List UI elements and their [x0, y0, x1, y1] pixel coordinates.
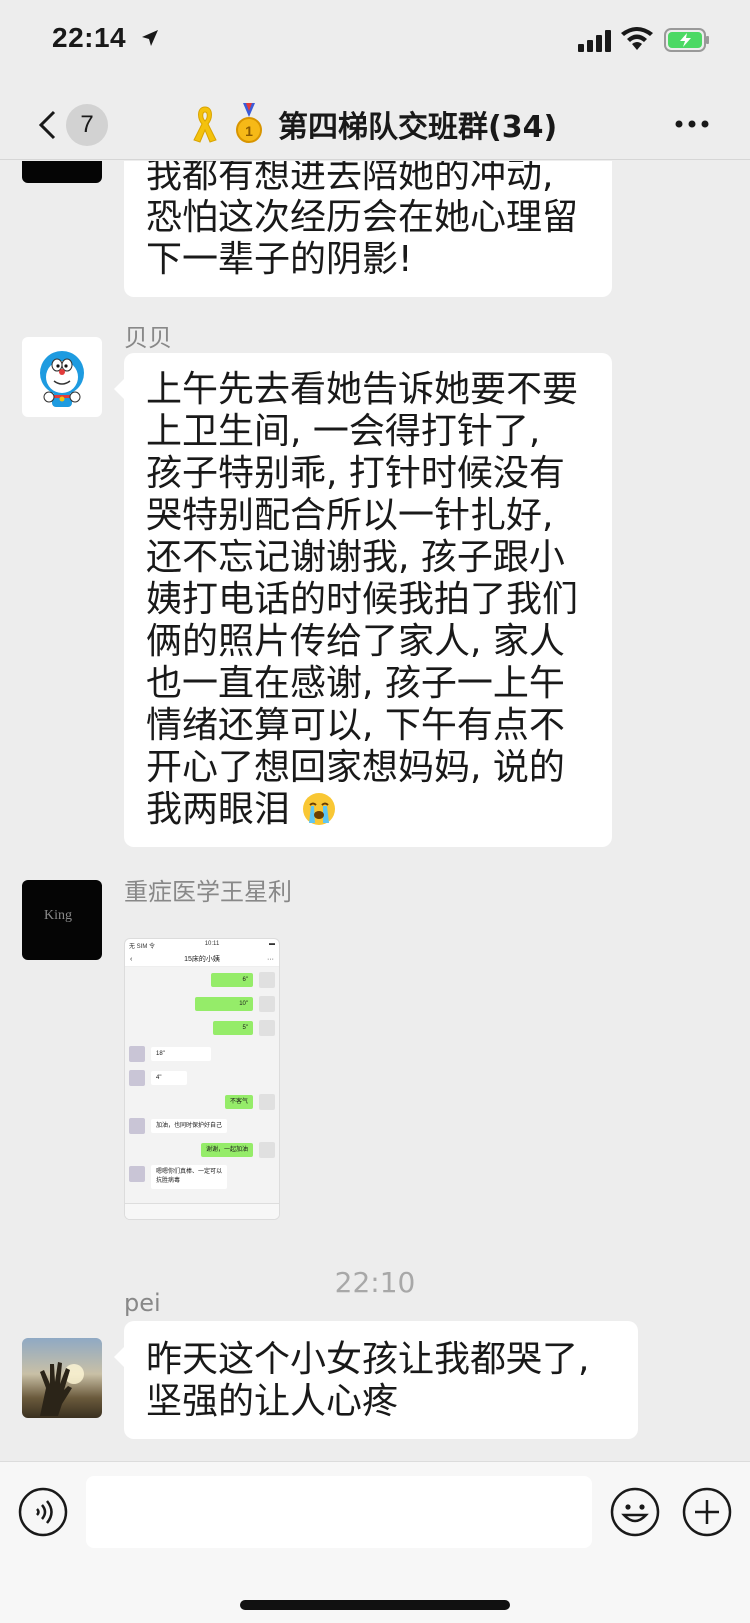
hand-sunset-avatar[interactable]	[22, 1338, 102, 1418]
thumb-avatar	[129, 1046, 145, 1062]
status-time: 22:14	[52, 22, 127, 53]
wifi-icon	[621, 27, 653, 50]
thumb-voice-message: 4"	[151, 1071, 187, 1085]
thumb-avatar	[129, 1118, 145, 1134]
chat-title: 1 第四梯队交班群(34)	[190, 100, 557, 148]
message-line: 我两眼泪	[146, 789, 590, 831]
message-line: 上午先去看她告诉她要不要	[146, 369, 579, 410]
yellow-ribbon-icon	[193, 106, 217, 143]
thumb-text-line: 嗯嗯你们真棒、一定可以	[156, 1169, 223, 1175]
message-timestamp: 22:10	[334, 1266, 416, 1299]
doraemon-avatar[interactable]	[22, 337, 102, 417]
thumb-avatar	[129, 1166, 145, 1182]
thumb-text-message: 不客气	[224, 1095, 253, 1109]
message-line: 上卫生间, 一会得打针了,	[146, 411, 541, 452]
back-button[interactable]: 7	[30, 98, 110, 150]
message-line: 开心了想回家想妈妈, 说的	[146, 747, 565, 788]
thumb-text-message: 加油，也同时保护好自己	[151, 1119, 228, 1133]
home-indicator[interactable]	[240, 1600, 510, 1610]
thumb-avatar	[259, 1020, 275, 1036]
thumb-text-message: 嗯嗯你们真棒、一定可以 抗胜病毒	[151, 1165, 228, 1189]
doraemon-icon	[40, 351, 84, 407]
emoji-smile-icon[interactable]	[610, 1487, 660, 1537]
message-line: 我都有想进去陪她的冲动,	[146, 161, 554, 196]
message-line: 姨打电话的时候我拍了我们	[146, 579, 579, 620]
crying-face-icon	[303, 793, 336, 825]
image-message[interactable]: 无 SIM 令 10:11 ▬ ‹ 15床的小姨 ··· 6" 10" 5" 1…	[124, 938, 280, 1220]
sender-name: pei	[124, 1289, 161, 1317]
medal-icon: 1	[236, 103, 262, 143]
svg-text:1: 1	[245, 123, 253, 139]
message-line: 下一辈子的阴影!	[146, 239, 413, 280]
thumb-voice-message: 5"	[213, 1021, 253, 1035]
black-avatar[interactable]	[22, 161, 102, 183]
chat-header: 7 1 第四梯队交班群(34)	[0, 88, 750, 160]
message-input[interactable]	[86, 1476, 592, 1548]
thumb-text-message: 谢谢，一起加油	[200, 1143, 253, 1157]
king-avatar[interactable]: King	[22, 880, 102, 960]
sender-name: 贝贝	[124, 324, 172, 352]
message-bubble[interactable]: 我都有想进去陪她的冲动, 恐怕这次经历会在她心理留 下一辈子的阴影!	[124, 161, 612, 297]
thumb-header: ‹ 15床的小姨 ···	[125, 953, 279, 967]
message-line: 孩子特别乖, 打针时候没有	[146, 453, 565, 494]
message-line: 恐怕这次经历会在她心理留	[146, 197, 579, 238]
group-name: 第四梯队交班群(34)	[278, 110, 558, 145]
hand-silhouette-icon	[40, 1362, 84, 1416]
voice-input-icon[interactable]	[18, 1487, 68, 1537]
thumb-voice-message: 10"	[195, 997, 253, 1011]
unread-badge: 7	[66, 104, 108, 146]
thumb-voice-message: 18"	[151, 1047, 211, 1061]
cellular-signal-icon	[578, 30, 611, 52]
message-line: 也一直在感谢, 孩子一上午	[146, 663, 565, 704]
status-bar: 22:14	[0, 0, 750, 88]
message-line: 情绪还算可以, 下午有点不	[146, 705, 565, 746]
thumb-avatar	[129, 1070, 145, 1086]
thumb-back-icon: ‹	[130, 956, 133, 963]
thumb-more-icon: ···	[267, 956, 274, 963]
message-line: 昨天这个小女孩让我都哭了,	[146, 1339, 590, 1380]
thumb-time: 10:11	[204, 941, 220, 947]
thumb-status-bar: 无 SIM 令 10:11 ▬	[125, 939, 279, 953]
more-dots-icon[interactable]	[674, 110, 710, 138]
message-line: 还不忘记谢谢我, 孩子跟小	[146, 537, 565, 578]
message-input-bar	[0, 1461, 750, 1623]
thumb-avatar	[259, 996, 275, 1012]
thumb-chat: 6" 10" 5" 18" 4" 不客气 加油，也同时保护好自己 谢谢，一起加油…	[125, 967, 279, 1203]
plus-circle-icon[interactable]	[682, 1487, 732, 1537]
message-line: 俩的照片传给了家人, 家人	[146, 621, 565, 662]
thumb-battery-icon: ▬	[269, 941, 275, 947]
thumb-avatar	[259, 1094, 275, 1110]
message-line: 哭特别配合所以一针扎好,	[146, 495, 554, 536]
sender-name: 重症医学王星利	[124, 878, 292, 906]
thumb-carrier: 无 SIM 令	[129, 944, 156, 950]
thumb-avatar	[259, 1142, 275, 1158]
thumb-voice-message: 6"	[211, 973, 253, 987]
message-bubble[interactable]: 昨天这个小女孩让我都哭了, 坚强的让人心疼	[114, 1321, 638, 1439]
thumb-avatar	[259, 972, 275, 988]
chevron-left-icon	[38, 110, 56, 140]
avatar-text: King	[44, 908, 72, 923]
battery-charging-icon	[664, 28, 709, 52]
thumb-title: 15床的小姨	[184, 956, 220, 963]
message-line: 坚强的让人心疼	[146, 1381, 399, 1422]
thumb-text-line: 抗胜病毒	[156, 1178, 181, 1184]
message-text: 我两眼泪	[146, 789, 291, 830]
message-bubble[interactable]: 上午先去看她告诉她要不要 上卫生间, 一会得打针了, 孩子特别乖, 打针时候没有…	[114, 353, 612, 847]
thumb-input-bar	[125, 1203, 279, 1219]
location-arrow-icon	[142, 30, 158, 46]
message-list[interactable]: 我都有想进去陪她的冲动, 恐怕这次经历会在她心理留 下一辈子的阴影! 贝贝 上午…	[0, 161, 750, 1461]
